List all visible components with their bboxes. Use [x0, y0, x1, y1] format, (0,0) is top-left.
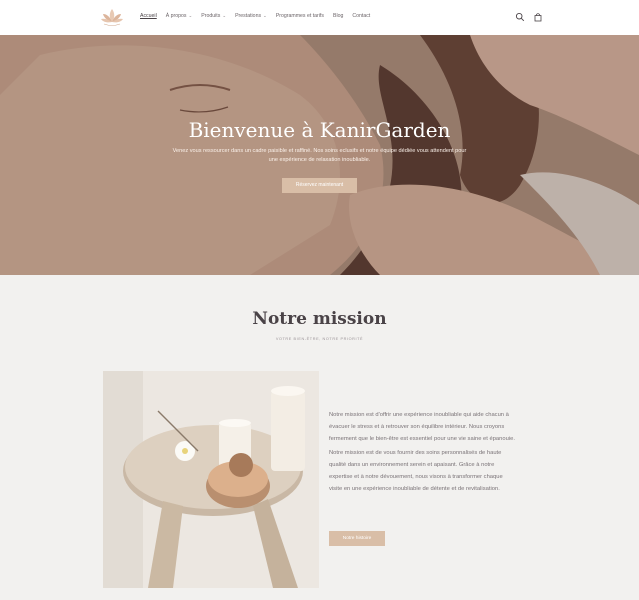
nav-item-accueil[interactable]: Accueil	[140, 13, 157, 19]
nav-item-blog[interactable]: Blog	[333, 13, 343, 19]
chevron-down-icon: ⌄	[188, 13, 193, 18]
chevron-down-icon: ⌄	[263, 13, 267, 18]
spa-candles-image	[103, 371, 319, 588]
site-header: Accueil À propos ⌄ Produits ⌄ Prestation…	[0, 0, 639, 35]
mission-paragraph-2: Notre mission est de vous fournir des so…	[329, 450, 503, 492]
mission-subtitle: VOTRE BIEN-ÊTRE, NOTRE PRIORITÉ	[275, 337, 364, 341]
nav-label: Blog	[332, 13, 344, 19]
nav-item-produits[interactable]: Produits ⌄	[201, 13, 226, 19]
book-now-button[interactable]: Réservez maintenant	[282, 178, 357, 193]
lotus-logo[interactable]	[100, 6, 124, 28]
nav-label: À propos	[165, 13, 187, 19]
our-story-button[interactable]: Notre histoire	[329, 531, 385, 546]
mission-text: Notre mission est d'offrir une expérienc…	[329, 409, 515, 497]
nav-item-a-propos[interactable]: À propos ⌄	[166, 13, 193, 19]
hero-title: Bienvenue à KanirGarden	[188, 118, 451, 142]
search-icon[interactable]	[515, 12, 525, 22]
chevron-down-icon: ⌄	[222, 13, 227, 18]
nav-item-contact[interactable]: Contact	[352, 13, 370, 19]
nav-item-programmes[interactable]: Programmes et tarifs	[276, 13, 324, 19]
nav-label: Produits	[201, 13, 221, 19]
nav-label: Prestations	[235, 13, 262, 19]
cart-icon[interactable]	[533, 12, 543, 22]
main-nav: Accueil À propos ⌄ Produits ⌄ Prestation…	[140, 13, 379, 19]
hero-banner: Bienvenue à KanirGarden Venez vous resso…	[0, 35, 639, 275]
hero-text: Venez vous ressourcer dans un cadre pais…	[172, 148, 467, 163]
nav-label: Programmes et tarifs	[275, 13, 324, 19]
header-icons	[515, 12, 543, 22]
mission-title: Notre mission	[252, 309, 387, 329]
nav-item-prestations[interactable]: Prestations ⌄	[235, 13, 267, 19]
nav-label: Accueil	[140, 13, 157, 19]
mission-image	[103, 371, 319, 588]
nav-label: Contact	[352, 13, 371, 19]
mission-paragraph-1: Notre mission est d'offrir une expérienc…	[329, 412, 515, 442]
